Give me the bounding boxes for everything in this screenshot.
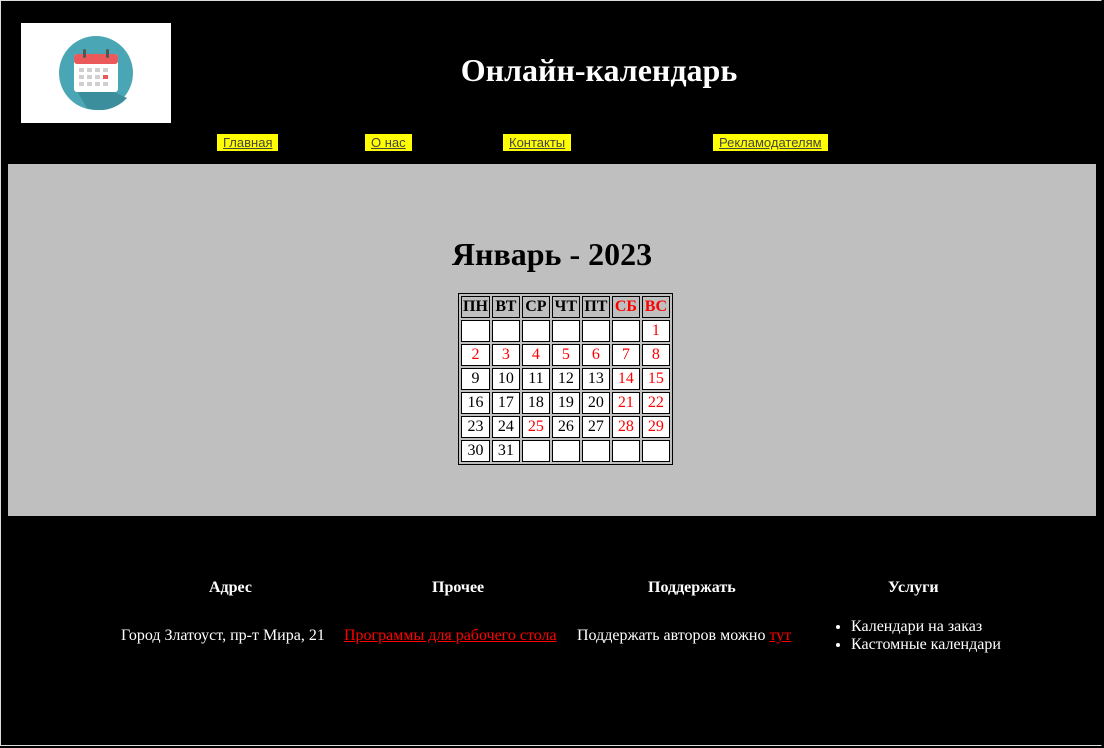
nav-link-advertisers[interactable]: Рекламодателям [713, 134, 828, 151]
calendar-empty-cell [581, 440, 610, 462]
calendar-day-cell[interactable]: 29 [641, 416, 670, 438]
calendar-empty-cell [461, 320, 490, 342]
weekday-header: ПН [461, 296, 490, 318]
calendar-day-cell[interactable]: 6 [581, 344, 610, 366]
calendar-empty-cell [611, 440, 640, 462]
footer-heading-address: Адрес [209, 579, 252, 596]
calendar-day-cell[interactable]: 31 [491, 440, 520, 462]
service-item: Календари на заказ [851, 618, 1001, 636]
calendar-day-cell[interactable]: 8 [641, 344, 670, 366]
calendar-day-cell[interactable]: 16 [461, 392, 490, 414]
calendar-day-cell[interactable]: 30 [461, 440, 490, 462]
footer-heading-services: Услуги [888, 579, 939, 596]
calendar-table: ПН ВТ СР ЧТ ПТ СБ ВС 1 2 3 4 5 6 7 8 9 10 11 12 13 14 15 16 17… [458, 293, 673, 465]
calendar-day-cell[interactable]: 22 [641, 392, 670, 414]
calendar-icon [59, 36, 133, 110]
calendar-day-cell[interactable]: 18 [521, 392, 550, 414]
calendar-week-row: 23 24 25 26 27 28 29 [461, 416, 670, 438]
weekday-header: ЧТ [551, 296, 580, 318]
footer-address-text: Город Златоуст, пр-т Мира, 21 [121, 627, 325, 644]
services-list: Календари на заказ Кастомные календари [833, 618, 1001, 654]
support-link[interactable]: тут [769, 627, 791, 644]
calendar-day-cell[interactable]: 13 [581, 368, 610, 390]
weekday-header: ВТ [491, 296, 520, 318]
calendar-empty-cell [521, 320, 550, 342]
calendar-week-row: 16 17 18 19 20 21 22 [461, 392, 670, 414]
footer-heading-support: Поддержать [648, 579, 736, 596]
support-text: Поддержать авторов можно [577, 627, 770, 644]
calendar-day-cell[interactable]: 2 [461, 344, 490, 366]
calendar-day-cell[interactable]: 19 [551, 392, 580, 414]
weekday-header: ВС [641, 296, 670, 318]
site-logo[interactable] [21, 23, 171, 123]
calendar-day-cell[interactable]: 1 [641, 320, 670, 342]
calendar-day-cell[interactable]: 24 [491, 416, 520, 438]
calendar-day-cell[interactable]: 27 [581, 416, 610, 438]
footer-heading-other: Прочее [432, 579, 485, 596]
calendar-empty-cell [491, 320, 520, 342]
weekday-header-row: ПН ВТ СР ЧТ ПТ СБ ВС [461, 296, 670, 318]
calendar-empty-cell [641, 440, 670, 462]
service-item: Кастомные календари [851, 636, 1001, 654]
calendar-week-row: 9 10 11 12 13 14 15 [461, 368, 670, 390]
calendar-day-cell[interactable]: 5 [551, 344, 580, 366]
desktop-programs-link[interactable]: Программы для рабочего стола [344, 627, 557, 645]
weekday-header: СБ [611, 296, 640, 318]
nav-link-main[interactable]: Главная [217, 134, 279, 151]
calendar-day-cell[interactable]: 20 [581, 392, 610, 414]
calendar-day-cell[interactable]: 21 [611, 392, 640, 414]
calendar-week-row: 1 [461, 320, 670, 342]
calendar-day-cell[interactable]: 17 [491, 392, 520, 414]
calendar-day-cell[interactable]: 28 [611, 416, 640, 438]
calendar-day-cell[interactable]: 10 [491, 368, 520, 390]
calendar-day-cell[interactable]: 9 [461, 368, 490, 390]
calendar-empty-cell [551, 320, 580, 342]
calendar-day-cell[interactable]: 12 [551, 368, 580, 390]
weekday-header: ПТ [581, 296, 610, 318]
calendar-week-row: 2345678 [461, 344, 670, 366]
footer-support-text: Поддержать авторов можно тут [577, 627, 791, 645]
calendar-panel: Январь - 2023 ПН ВТ СР ЧТ ПТ СБ ВС 1 2 3 4 5 6 7 8 9 10… [8, 164, 1096, 516]
calendar-day-cell[interactable]: 3 [491, 344, 520, 366]
calendar-body: 1 2 3 4 5 6 7 8 9 10 11 12 13 14 15 16 17 18 19 20 21 22 23 24 2… [461, 320, 670, 462]
calendar-day-cell[interactable]: 11 [521, 368, 550, 390]
calendar-empty-cell [581, 320, 610, 342]
calendar-day-cell[interactable]: 14 [611, 368, 640, 390]
calendar-day-cell[interactable]: 15 [641, 368, 670, 390]
nav-link-contacts[interactable]: Контакты [503, 134, 572, 151]
calendar-day-cell[interactable]: 7 [611, 344, 640, 366]
weekday-header: СР [521, 296, 550, 318]
calendar-empty-cell [611, 320, 640, 342]
month-title: Январь - 2023 [451, 236, 653, 272]
calendar-empty-cell [521, 440, 550, 462]
calendar-day-cell[interactable]: 26 [551, 416, 580, 438]
calendar-day-cell[interactable]: 23 [461, 416, 490, 438]
calendar-empty-cell [551, 440, 580, 462]
calendar-day-cell[interactable]: 4 [521, 344, 550, 366]
calendar-day-cell[interactable]: 25 [521, 416, 550, 438]
site-title: Онлайн-календарь [460, 52, 738, 88]
nav-link-about[interactable]: О нас [365, 134, 412, 151]
calendar-week-row: 30 31 [461, 440, 670, 462]
